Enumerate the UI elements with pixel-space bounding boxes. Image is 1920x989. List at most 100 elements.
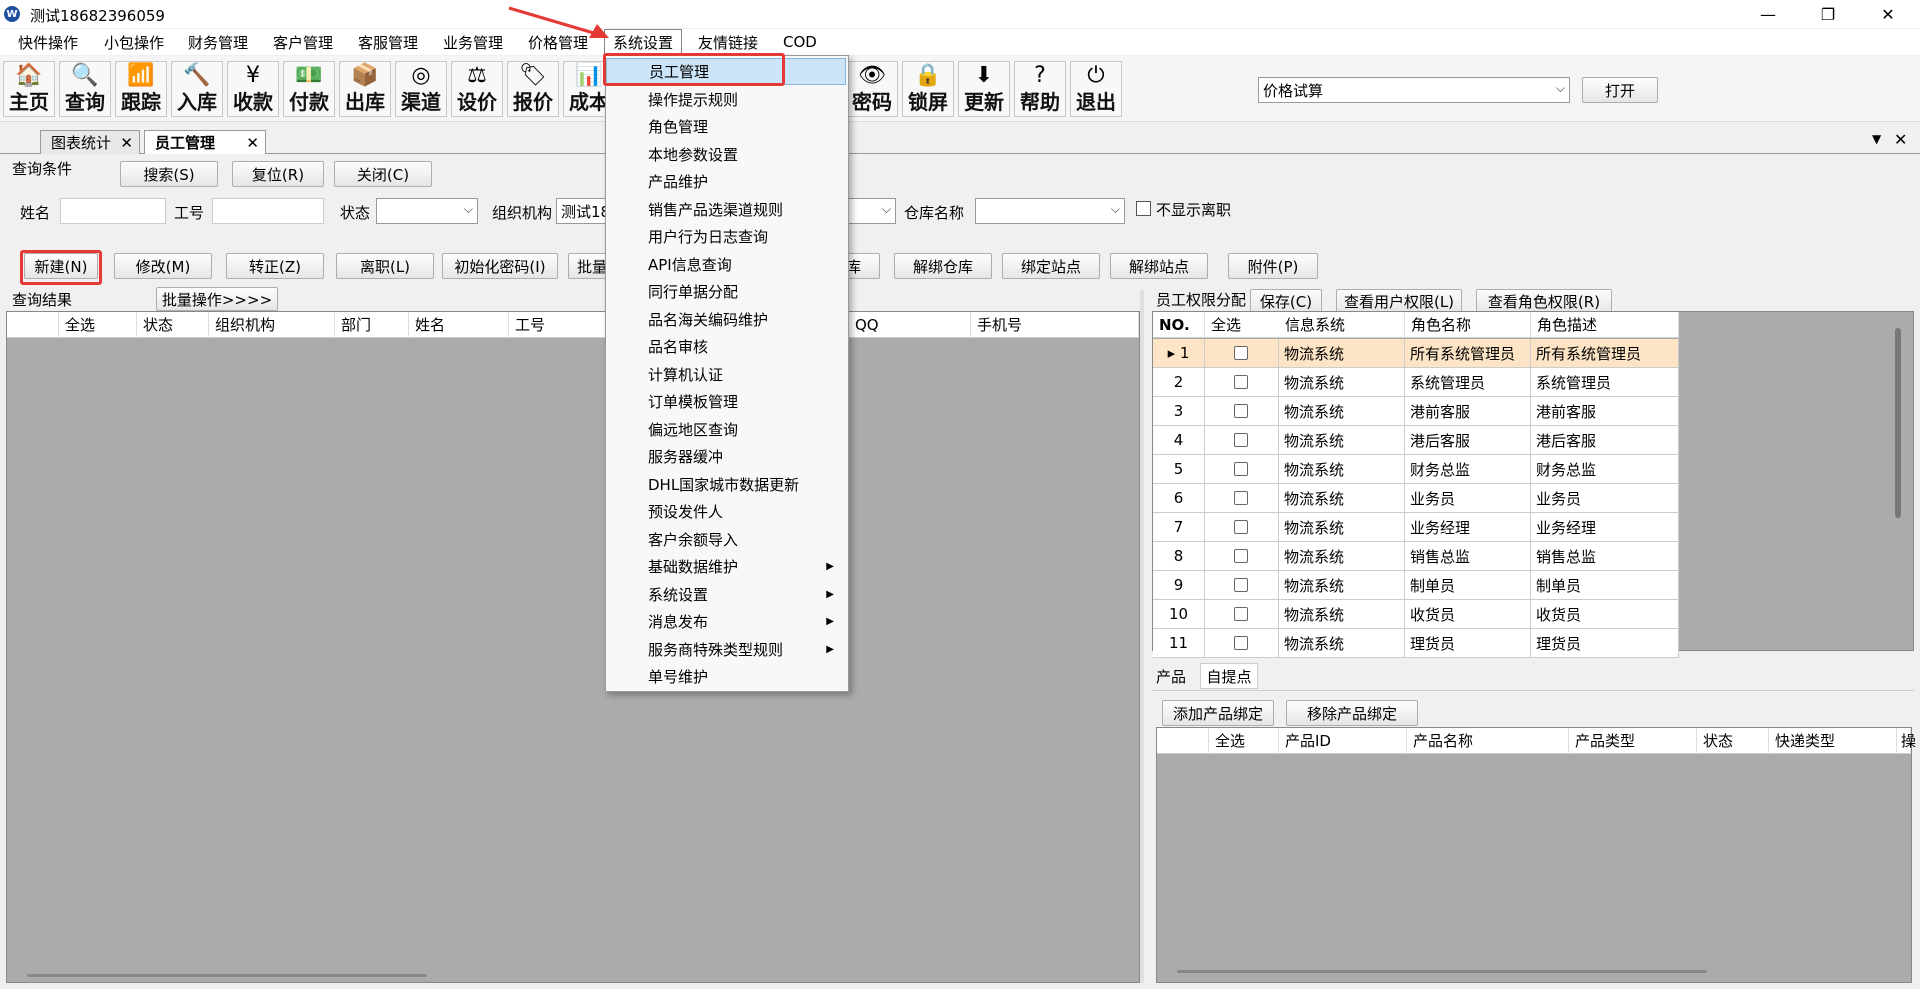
menu-item[interactable]: 快件操作 xyxy=(10,29,86,55)
checkbox[interactable] xyxy=(1234,404,1248,418)
row-checkbox[interactable] xyxy=(1205,455,1279,484)
view-role-permission-button[interactable]: 查看角色权限(R) xyxy=(1476,289,1612,313)
batch-operation-button[interactable]: 批量操作>>>> xyxy=(156,287,278,311)
results-grid[interactable]: 全选 状态 组织机构 部门 姓名 工号 QQ 手机号 xyxy=(6,311,1140,983)
row-checkbox[interactable] xyxy=(1205,629,1279,658)
attachment-button[interactable]: 附件(P) xyxy=(1228,253,1318,279)
column-header[interactable]: 操 xyxy=(1897,728,1916,754)
column-header[interactable]: 部门 xyxy=(335,312,409,338)
menu-item[interactable]: 财务管理 xyxy=(180,29,256,55)
column-header[interactable]: 产品类型 xyxy=(1569,728,1697,754)
toolbar-button-help[interactable]: ? 帮助 xyxy=(1014,61,1066,117)
dropdown-menu-item[interactable]: DHL国家城市数据更新 xyxy=(606,471,846,498)
checkbox[interactable] xyxy=(1234,462,1248,476)
row-checkbox[interactable] xyxy=(1205,571,1279,600)
dropdown-menu-item[interactable]: 订单模板管理 xyxy=(606,388,846,415)
panel-close-icon[interactable]: ✕ xyxy=(1894,130,1907,149)
row-checkbox[interactable] xyxy=(1205,600,1279,629)
toolbar-button-signal[interactable]: 📶 跟踪 xyxy=(115,61,167,117)
reset-button[interactable]: 复位(R) xyxy=(232,161,324,187)
minimize-icon[interactable]: — xyxy=(1740,0,1796,28)
column-header[interactable]: QQ xyxy=(849,312,971,338)
tab-chart-stats[interactable]: 图表统计 ✕ xyxy=(40,130,140,154)
dropdown-menu-item[interactable]: 品名审核 xyxy=(606,333,846,360)
employee-id-input[interactable] xyxy=(212,198,324,224)
row-checkbox[interactable] xyxy=(1205,397,1279,426)
toolbar-button-hammer[interactable]: 🔨 入库 xyxy=(171,61,223,117)
column-header[interactable]: 角色名称 xyxy=(1405,312,1531,338)
dropdown-menu-item[interactable]: 系统设置 ▶ xyxy=(606,581,846,608)
dropdown-menu-item[interactable]: 品名海关编码维护 xyxy=(606,306,846,333)
product-grid[interactable]: 全选 产品ID 产品名称 产品类型 状态 快递类型 操 xyxy=(1156,727,1916,983)
checkbox[interactable] xyxy=(1234,520,1248,534)
toolbar-button-box[interactable]: 📦 出库 xyxy=(339,61,391,117)
checkbox[interactable] xyxy=(1234,607,1248,621)
tab-product[interactable]: 产品 xyxy=(1156,666,1186,687)
row-checkbox[interactable] xyxy=(1205,484,1279,513)
column-header[interactable]: 组织机构 xyxy=(209,312,335,338)
close-icon[interactable]: ✕ xyxy=(1860,0,1916,28)
menu-item[interactable]: 客服管理 xyxy=(350,29,426,55)
unbind-warehouse-button[interactable]: 解绑仓库 xyxy=(894,253,992,279)
hide-left-checkbox[interactable] xyxy=(1136,201,1151,216)
column-header[interactable]: 产品名称 xyxy=(1407,728,1569,754)
horizontal-scrollbar[interactable] xyxy=(27,974,427,977)
menu-item[interactable]: 客户管理 xyxy=(265,29,341,55)
column-header[interactable]: 角色描述 xyxy=(1531,312,1679,338)
name-input[interactable] xyxy=(60,198,166,224)
dropdown-menu-item[interactable]: 计算机认证 xyxy=(606,361,846,388)
dropdown-menu-item[interactable]: 本地参数设置 xyxy=(606,141,846,168)
dropdown-menu-item[interactable]: 基础数据维护 ▶ xyxy=(606,553,846,580)
checkbox[interactable] xyxy=(1234,549,1248,563)
column-header[interactable]: 全选 xyxy=(1209,728,1279,754)
toolbar-button-download-arrow[interactable]: ⬇ 更新 xyxy=(958,61,1010,117)
dropdown-menu-item[interactable]: API信息查询 xyxy=(606,251,846,278)
toolbar-button-eye[interactable]: 👁 密码 xyxy=(846,61,898,117)
checkbox[interactable] xyxy=(1234,491,1248,505)
checkbox[interactable] xyxy=(1234,375,1248,389)
tab-list-dropdown-icon[interactable]: ▼ xyxy=(1872,132,1881,146)
dropdown-menu-item[interactable]: 产品维护 xyxy=(606,168,846,195)
toolbar-button-magnifier[interactable]: 🔍 查询 xyxy=(59,61,111,117)
checkbox[interactable] xyxy=(1234,578,1248,592)
add-product-binding-button[interactable]: 添加产品绑定 xyxy=(1162,700,1274,726)
dropdown-menu-item[interactable]: 偏远地区查询 xyxy=(606,416,846,443)
column-header[interactable]: 状态 xyxy=(137,312,209,338)
column-header[interactable]: 姓名 xyxy=(409,312,509,338)
dropdown-menu-item[interactable]: 角色管理 xyxy=(606,113,846,140)
tab-employee-management[interactable]: 员工管理 ✕ xyxy=(144,130,266,154)
column-header[interactable]: 快递类型 xyxy=(1769,728,1897,754)
tab-close-icon[interactable]: ✕ xyxy=(246,134,259,152)
menu-item[interactable]: 小包操作 xyxy=(96,29,172,55)
restore-icon[interactable]: ❐ xyxy=(1800,0,1856,28)
unbind-station-button[interactable]: 解绑站点 xyxy=(1110,253,1208,279)
column-header[interactable]: 状态 xyxy=(1697,728,1769,754)
dropdown-menu-item[interactable]: 预设发件人 xyxy=(606,498,846,525)
row-checkbox[interactable] xyxy=(1205,426,1279,455)
open-button[interactable]: 打开 xyxy=(1582,77,1658,103)
warehouse-select[interactable]: ⌵ xyxy=(975,198,1125,224)
status-select[interactable]: ⌵ xyxy=(376,198,478,224)
quick-function-select[interactable]: 价格试算 ⌵ xyxy=(1258,77,1570,103)
menu-item[interactable]: COD xyxy=(775,29,825,55)
toolbar-button-home[interactable]: 🏠 主页 xyxy=(3,61,55,117)
close-button[interactable]: 关闭(C) xyxy=(334,161,432,187)
toolbar-button-channel[interactable]: ◎ 渠道 xyxy=(395,61,447,117)
vertical-scrollbar[interactable] xyxy=(1895,328,1901,518)
column-header[interactable]: 全选 xyxy=(59,312,137,338)
dropdown-menu-item[interactable]: 单号维护 xyxy=(606,663,846,690)
splitter[interactable] xyxy=(1140,290,1144,983)
toolbar-button-scale[interactable]: ⚖ 设价 xyxy=(451,61,503,117)
row-checkbox[interactable] xyxy=(1205,368,1279,397)
dropdown-menu-item[interactable]: 同行单据分配 xyxy=(606,278,846,305)
regularize-button[interactable]: 转正(Z) xyxy=(226,253,324,279)
remove-product-binding-button[interactable]: 移除产品绑定 xyxy=(1286,700,1418,726)
bind-station-button[interactable]: 绑定站点 xyxy=(1002,253,1100,279)
column-header[interactable]: 产品ID xyxy=(1279,728,1407,754)
resign-button[interactable]: 离职(L) xyxy=(336,253,434,279)
init-password-button[interactable]: 初始化密码(I) xyxy=(442,253,558,279)
column-header[interactable]: 手机号 xyxy=(971,312,1139,338)
dropdown-menu-item[interactable]: 服务商特殊类型规则 ▶ xyxy=(606,636,846,663)
save-permission-button[interactable]: 保存(C) xyxy=(1250,289,1322,313)
tab-pickup-point[interactable]: 自提点 xyxy=(1200,663,1258,689)
